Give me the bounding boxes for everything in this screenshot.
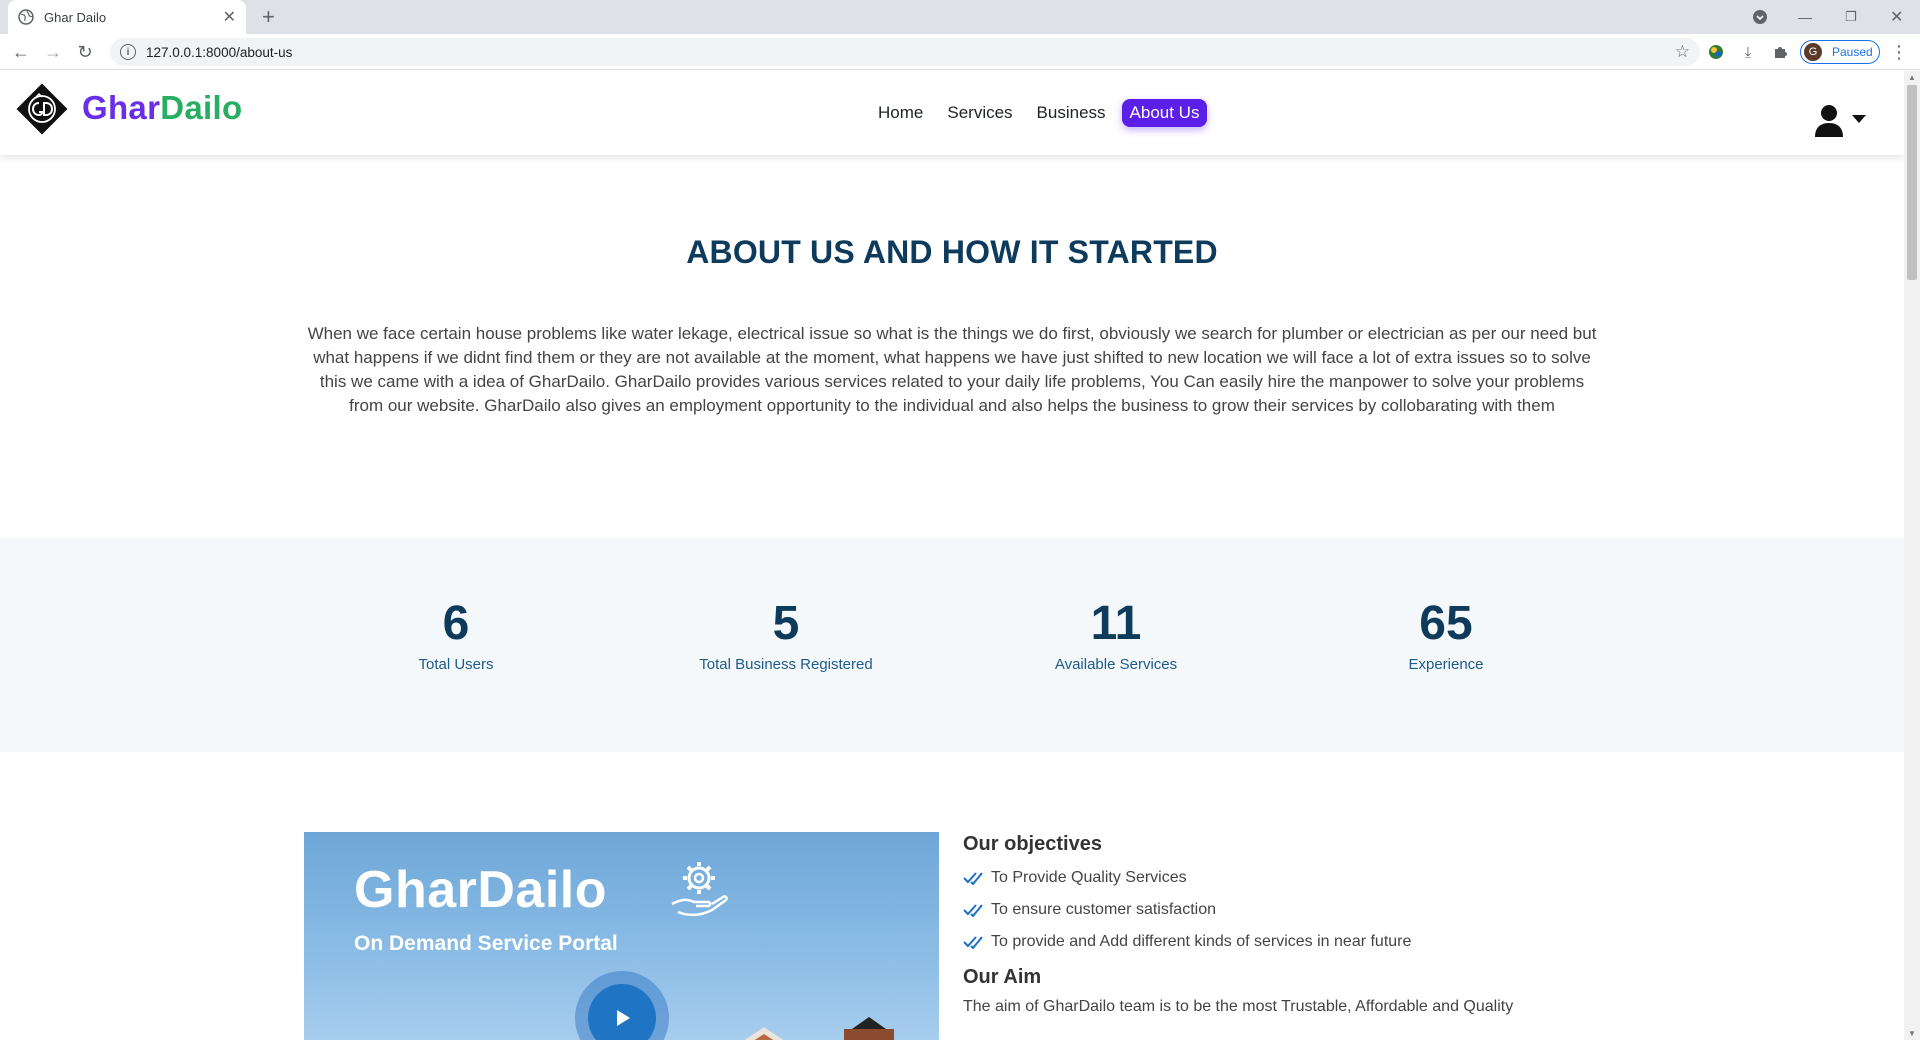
double-check-icon <box>963 904 983 917</box>
objective-item: To ensure customer satisfaction <box>963 894 1583 926</box>
stat-value: 65 <box>1419 597 1473 650</box>
bookmark-star-icon[interactable]: ☆ <box>1675 42 1690 62</box>
nav-services[interactable]: Services <box>939 99 1020 127</box>
stat-total-users: 6 Total Users <box>296 596 616 673</box>
brand-part-dailo: Dailo <box>160 89 243 126</box>
stats-section: 6 Total Users 5 Total Business Registere… <box>0 538 1904 752</box>
stat-label: Total Business Registered <box>699 656 873 673</box>
new-tab-button[interactable]: + <box>262 4 275 30</box>
video-subtitle: On Demand Service Portal <box>354 932 618 955</box>
objective-text: To provide and Add different kinds of se… <box>991 933 1412 950</box>
user-account-icon[interactable] <box>1812 103 1868 137</box>
aim-text: The aim of GharDailo team is to be the m… <box>963 998 1514 1015</box>
stat-label: Total Users <box>418 656 494 673</box>
stat-label: Available Services <box>1054 656 1178 673</box>
brand-part-ghar: Ghar <box>82 89 161 126</box>
objective-text: To Provide Quality Services <box>991 869 1187 886</box>
reload-icon[interactable]: ↻ <box>74 41 96 63</box>
forward-icon[interactable]: → <box>42 41 64 63</box>
house-illustration <box>744 1017 894 1040</box>
nav-about-us[interactable]: About Us <box>1121 99 1208 127</box>
tab-search-icon[interactable] <box>1752 0 1768 34</box>
page-scrollbar[interactable]: ▲ ▼ <box>1904 71 1920 1040</box>
profile-status: Paused <box>1832 45 1873 59</box>
profile-avatar: G <box>1804 43 1822 61</box>
page-title: ABOUT US AND HOW IT STARTED <box>686 234 1218 270</box>
objectives-heading: Our objectives <box>963 833 1102 855</box>
close-window-icon[interactable]: ✕ <box>1890 0 1903 34</box>
browser-tabstrip: Ghar Dailo ✕ + — ❐ ✕ <box>0 0 1920 34</box>
nav-business[interactable]: Business <box>1029 99 1114 127</box>
site-header: GharDailo Home Services Business About U… <box>0 71 1904 155</box>
download-icon[interactable]: ⤓ <box>1738 42 1758 62</box>
gear-hand-icon <box>671 862 728 916</box>
browser-toolbar: ← → ↻ i 127.0.0.1:8000/about-us ☆ ⤓ G Pa… <box>0 34 1920 70</box>
objectives-section: Our objectives To Provide Quality Servic… <box>963 833 1583 1019</box>
objective-text: To ensure customer satisfaction <box>991 901 1216 918</box>
stat-total-business: 5 Total Business Registered <box>626 596 946 673</box>
gd-logo-icon[interactable] <box>14 81 70 137</box>
scrollbar-thumb[interactable] <box>1907 85 1917 280</box>
objectives-list: To Provide Quality Services To ensure cu… <box>963 862 1583 958</box>
extension-globe-icon[interactable] <box>1706 42 1726 62</box>
profile-button[interactable]: G Paused <box>1800 40 1880 64</box>
video-title: GharDailo <box>354 861 607 919</box>
minimize-icon[interactable]: — <box>1798 0 1812 34</box>
aim-heading: Our Aim <box>963 966 1042 988</box>
browser-menu-icon[interactable]: ⋮ <box>1890 42 1908 63</box>
objective-item: To provide and Add different kinds of se… <box>963 926 1583 958</box>
back-icon[interactable]: ← <box>10 41 32 63</box>
close-tab-icon[interactable]: ✕ <box>223 7 236 27</box>
stat-value: 11 <box>1090 597 1142 650</box>
objective-item: To Provide Quality Services <box>963 862 1583 894</box>
play-icon <box>617 1010 630 1026</box>
nav-home[interactable]: Home <box>870 99 931 127</box>
brand-name[interactable]: GharDailo <box>82 89 242 127</box>
stat-available-services: 11 Available Services <box>956 596 1276 673</box>
stat-label: Experience <box>1408 656 1484 673</box>
double-check-icon <box>963 872 983 885</box>
stat-value: 5 <box>772 597 800 650</box>
url-text: 127.0.0.1:8000/about-us <box>146 44 293 60</box>
stat-experience: 65 Experience <box>1286 596 1606 673</box>
restore-icon[interactable]: ❐ <box>1845 0 1857 34</box>
site-info-icon[interactable]: i <box>120 44 136 60</box>
promo-video[interactable]: GharDailo On Demand Service Portal <box>304 832 939 1040</box>
chevron-down-icon <box>1852 115 1866 123</box>
main-nav: Home Services Business About Us <box>870 99 1215 127</box>
scroll-down-icon[interactable]: ▼ <box>1908 1029 1916 1038</box>
about-paragraph: When we face certain house problems like… <box>307 324 1597 415</box>
extensions-puzzle-icon[interactable] <box>1770 42 1790 62</box>
stat-value: 6 <box>442 597 470 650</box>
address-bar[interactable]: i 127.0.0.1:8000/about-us ☆ <box>110 38 1700 66</box>
globe-icon <box>18 9 34 25</box>
tab-title: Ghar Dailo <box>44 9 107 25</box>
scroll-up-icon[interactable]: ▲ <box>1908 73 1916 82</box>
browser-tab[interactable]: Ghar Dailo ✕ <box>8 0 246 34</box>
page-viewport: GharDailo Home Services Business About U… <box>0 71 1904 1040</box>
double-check-icon <box>963 936 983 949</box>
